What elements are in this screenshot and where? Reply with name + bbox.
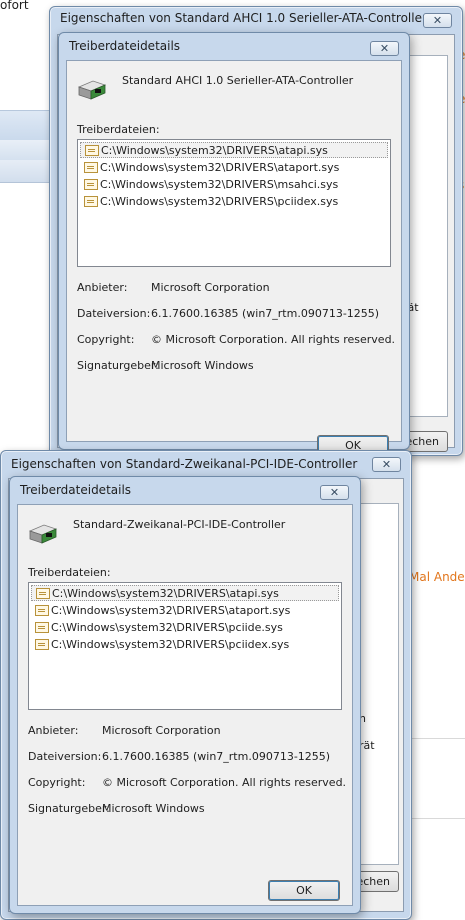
driver-file-icon xyxy=(35,621,49,633)
list-item[interactable]: C:\Windows\system32\DRIVERS\ataport.sys xyxy=(80,159,388,175)
list-item[interactable]: C:\Windows\system32\DRIVERS\ataport.sys xyxy=(31,602,339,618)
version-value: 6.1.7600.16385 (win7_rtm.090713-1255) xyxy=(151,307,380,320)
controller-icon xyxy=(77,80,107,100)
list-item[interactable]: C:\Windows\system32\DRIVERS\msahci.sys xyxy=(80,176,388,192)
device-name: Standard-Zweikanal-PCI-IDE-Controller xyxy=(73,518,286,531)
close-button[interactable]: ✕ xyxy=(372,457,401,472)
driver-files-list[interactable]: C:\Windows\system32\DRIVERS\atapi.sys C:… xyxy=(77,139,391,267)
signer-label: Signaturgeber: xyxy=(77,359,159,372)
driver-file-icon xyxy=(35,638,49,650)
copyright-label: Copyright: xyxy=(77,333,135,346)
ok-button[interactable]: OK xyxy=(268,880,340,901)
copyright-value: © Microsoft Corporation. All rights rese… xyxy=(102,776,347,789)
dialog-body: Standard AHCI 1.0 Serieller-ATA-Controll… xyxy=(66,60,402,456)
files-label: Treiberdateien: xyxy=(77,123,160,136)
list-item[interactable]: C:\Windows\system32\DRIVERS\pciidex.sys xyxy=(80,193,388,209)
driver-file-icon xyxy=(84,161,98,173)
driver-file-icon xyxy=(84,178,98,190)
driver-file-icon xyxy=(36,587,50,599)
driver-file-icon xyxy=(84,195,98,207)
controller-icon xyxy=(28,524,58,544)
copyright-value: © Microsoft Corporation. All rights rese… xyxy=(151,333,396,346)
provider-value: Microsoft Corporation xyxy=(102,724,221,737)
close-button[interactable]: ✕ xyxy=(320,485,349,500)
window-title: Eigenschaften von Standard AHCI 1.0 Seri… xyxy=(60,11,427,25)
close-icon: ✕ xyxy=(329,486,340,499)
background-link[interactable]: Mal Ander xyxy=(409,570,465,584)
files-label: Treiberdateien: xyxy=(28,566,111,579)
close-icon: ✕ xyxy=(379,42,390,55)
background-divider xyxy=(412,818,465,819)
signer-value: Microsoft Windows xyxy=(151,359,254,372)
list-item[interactable]: C:\Windows\system32\DRIVERS\atapi.sys xyxy=(31,585,339,601)
provider-value: Microsoft Corporation xyxy=(151,281,270,294)
list-item[interactable]: C:\Windows\system32\DRIVERS\pciidex.sys xyxy=(31,636,339,652)
close-icon: ✕ xyxy=(381,458,392,471)
provider-label: Anbieter: xyxy=(28,724,79,737)
driver-details-dialog-ide: Treiberdateidetails ✕ Standard-Zweikanal… xyxy=(9,476,361,914)
close-icon: ✕ xyxy=(432,14,443,27)
provider-label: Anbieter: xyxy=(77,281,128,294)
dialog-title: Treiberdateidetails xyxy=(69,39,181,53)
version-value: 6.1.7600.16385 (win7_rtm.090713-1255) xyxy=(102,750,331,763)
close-button[interactable]: ✕ xyxy=(423,13,452,28)
close-button[interactable]: ✕ xyxy=(370,41,399,56)
driver-file-icon xyxy=(35,604,49,616)
list-item[interactable]: C:\Windows\system32\DRIVERS\pciide.sys xyxy=(31,619,339,635)
background-divider xyxy=(412,738,465,739)
driver-files-list[interactable]: C:\Windows\system32\DRIVERS\atapi.sys C:… xyxy=(28,582,342,710)
list-item[interactable]: C:\Windows\system32\DRIVERS\atapi.sys xyxy=(80,142,388,158)
version-label: Dateiversion: xyxy=(28,750,102,763)
signer-value: Microsoft Windows xyxy=(102,802,205,815)
side-label: rät xyxy=(359,739,375,752)
driver-file-icon xyxy=(85,144,99,156)
signer-label: Signaturgeber: xyxy=(28,802,110,815)
copyright-label: Copyright: xyxy=(28,776,86,789)
device-name: Standard AHCI 1.0 Serieller-ATA-Controll… xyxy=(122,74,354,87)
background-text: ofort xyxy=(0,0,29,12)
window-title: Eigenschaften von Standard-Zweikanal-PCI… xyxy=(11,457,358,471)
driver-details-dialog-ahci: Treiberdateidetails ✕ Standard AHCI 1.0 … xyxy=(58,32,410,456)
version-label: Dateiversion: xyxy=(77,307,151,320)
dialog-body: Standard-Zweikanal-PCI-IDE-Controller Tr… xyxy=(17,504,353,906)
dialog-title: Treiberdateidetails xyxy=(20,483,132,497)
